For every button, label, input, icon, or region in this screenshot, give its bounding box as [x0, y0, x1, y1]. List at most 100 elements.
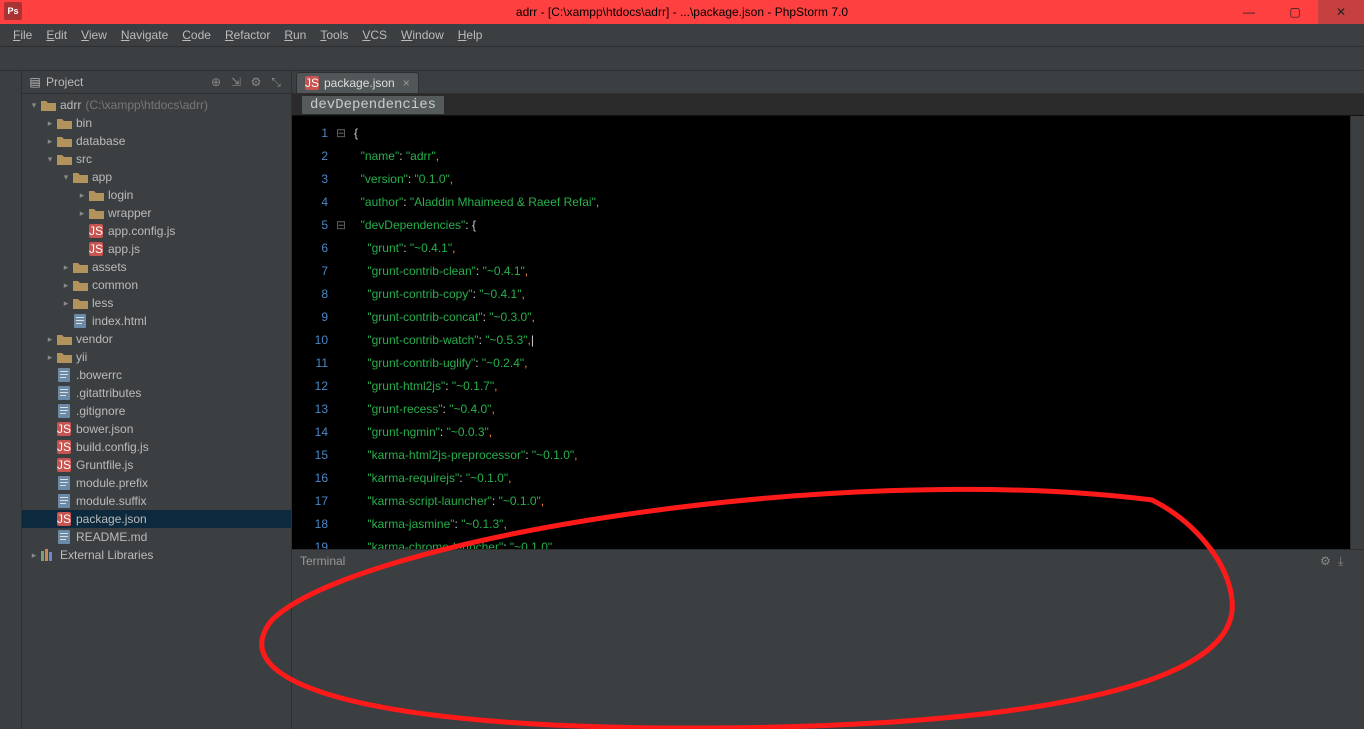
tree-item-adrr[interactable]: ▾adrr(C:\xampp\htdocs\adrr): [22, 96, 291, 114]
chevron-icon[interactable]: ▸: [44, 118, 56, 129]
chevron-icon[interactable]: ▸: [44, 352, 56, 363]
terminal-panel[interactable]: Terminal ⚙ ⤓: [292, 549, 1364, 729]
menu-window[interactable]: Window: [394, 28, 451, 42]
chevron-icon[interactable]: ▸: [44, 334, 56, 345]
tree-label: less: [92, 296, 113, 310]
tree-item-build-config-js[interactable]: JSbuild.config.js: [22, 438, 291, 456]
terminal-hide-icon[interactable]: ⤓: [1338, 554, 1356, 569]
tree-item-package-json[interactable]: JSpackage.json: [22, 510, 291, 528]
chevron-icon[interactable]: ▸: [76, 190, 88, 201]
tree-item-login[interactable]: ▸login: [22, 186, 291, 204]
tree-label: common: [92, 278, 138, 292]
menu-help[interactable]: Help: [451, 28, 490, 42]
tree-item-src[interactable]: ▾src: [22, 150, 291, 168]
chevron-icon[interactable]: ▾: [28, 100, 40, 111]
maximize-button[interactable]: ▢: [1272, 0, 1318, 24]
file-icon: [72, 314, 88, 328]
minimize-button[interactable]: —: [1226, 0, 1272, 24]
tree-item-less[interactable]: ▸ less: [22, 294, 291, 312]
svg-text:JS: JS: [57, 422, 71, 436]
tree-item-bower-json[interactable]: JS bower.json: [22, 420, 291, 438]
tree-label: bin: [76, 116, 92, 130]
chevron-icon[interactable]: ▸: [76, 208, 88, 219]
tree-item-database[interactable]: ▸database: [22, 132, 291, 150]
menu-tools[interactable]: Tools: [313, 28, 355, 42]
tree-item-bin[interactable]: ▸ bin: [22, 114, 291, 132]
tree-label: app.config.js: [108, 224, 175, 238]
close-button[interactable]: ✕: [1318, 0, 1364, 24]
menu-file[interactable]: File: [6, 28, 39, 42]
menu-view[interactable]: View: [74, 28, 114, 42]
tree-item-readme-md[interactable]: README.md: [22, 528, 291, 546]
tree-label: module.suffix: [76, 494, 146, 508]
file-icon: [56, 386, 72, 400]
tree-label: .bowerrc: [76, 368, 122, 382]
tree-item-external-libraries[interactable]: ▸External Libraries: [22, 546, 291, 564]
fold-marker: [334, 444, 348, 467]
fold-marker[interactable]: ⊟: [334, 122, 348, 145]
tree-item-gruntfile-js[interactable]: JSGruntfile.js: [22, 456, 291, 474]
tree-label: bower.json: [76, 422, 133, 436]
tab-close-icon[interactable]: ×: [403, 76, 410, 90]
tree-item-yii[interactable]: ▸ yii: [22, 348, 291, 366]
terminal-gear-icon[interactable]: ⚙: [1320, 554, 1338, 568]
breadcrumb-item[interactable]: devDependencies: [302, 96, 444, 114]
chevron-icon[interactable]: ▾: [60, 172, 72, 183]
tree-label: .gitignore: [76, 404, 125, 418]
menu-code[interactable]: Code: [175, 28, 218, 42]
code-content[interactable]: { "name": "adrr", "version": "0.1.0", "a…: [348, 116, 1350, 549]
project-sidebar: ▤ Project ⊕ ⇲ ⚙ ⤡ ▾adrr(C:\xampp\htdocs\…: [22, 71, 292, 729]
locate-icon[interactable]: ⊕: [207, 73, 225, 91]
hide-icon[interactable]: ⤡: [267, 73, 285, 91]
chevron-icon[interactable]: ▸: [60, 280, 72, 291]
project-tree[interactable]: ▾adrr(C:\xampp\htdocs\adrr) ▸ bin ▸database…: [22, 94, 291, 729]
svg-text:JS: JS: [57, 440, 71, 454]
tree-item-common[interactable]: ▸ common: [22, 276, 291, 294]
chevron-icon[interactable]: ▾: [44, 154, 56, 165]
tree-item--gitignore[interactable]: .gitignore: [22, 402, 291, 420]
tree-item-app-js[interactable]: JSapp.js: [22, 240, 291, 258]
tree-item-index-html[interactable]: index.html: [22, 312, 291, 330]
chevron-icon[interactable]: ▸: [60, 262, 72, 273]
chevron-icon[interactable]: ▸: [60, 298, 72, 309]
chevron-icon[interactable]: ▸: [28, 550, 40, 561]
fold-marker[interactable]: ⊟: [334, 214, 348, 237]
tree-item-assets[interactable]: ▸assets: [22, 258, 291, 276]
fold-marker: [334, 329, 348, 352]
svg-text:JS: JS: [57, 458, 71, 472]
code-editor[interactable]: 12345678910111213141516171819 ⊟⊟ { "name…: [292, 116, 1364, 549]
collapse-icon[interactable]: ⇲: [227, 73, 245, 91]
chevron-icon[interactable]: ▸: [44, 136, 56, 147]
tree-label: app: [92, 170, 112, 184]
terminal-header: Terminal ⚙ ⤓: [292, 550, 1364, 572]
tree-label: yii: [76, 350, 87, 364]
file-icon: [56, 368, 72, 382]
menu-vcs[interactable]: VCS: [355, 28, 394, 42]
json-file-icon: JS: [305, 76, 319, 90]
menu-refactor[interactable]: Refactor: [218, 28, 277, 42]
tab-package-json[interactable]: JS package.json ×: [296, 72, 419, 93]
tree-item-app-config-js[interactable]: JSapp.config.js: [22, 222, 291, 240]
titlebar: Ps adrr - [C:\xampp\htdocs\adrr] - ...\p…: [0, 0, 1364, 24]
tree-hint: (C:\xampp\htdocs\adrr): [85, 98, 208, 112]
tree-item-app[interactable]: ▾ app: [22, 168, 291, 186]
gear-icon[interactable]: ⚙: [247, 73, 265, 91]
tree-item--bowerrc[interactable]: .bowerrc: [22, 366, 291, 384]
tree-item--gitattributes[interactable]: .gitattributes: [22, 384, 291, 402]
folder-icon: [72, 170, 88, 184]
folder-icon: [56, 332, 72, 346]
tree-item-module-prefix[interactable]: module.prefix: [22, 474, 291, 492]
folder-icon: [88, 206, 104, 220]
left-tool-stripe[interactable]: [0, 71, 22, 729]
menu-run[interactable]: Run: [277, 28, 313, 42]
fold-gutter[interactable]: ⊟⊟: [334, 116, 348, 549]
tab-label: package.json: [324, 76, 395, 90]
tree-item-vendor[interactable]: ▸vendor: [22, 330, 291, 348]
tree-item-module-suffix[interactable]: module.suffix: [22, 492, 291, 510]
menu-navigate[interactable]: Navigate: [114, 28, 175, 42]
menu-edit[interactable]: Edit: [39, 28, 74, 42]
folder-icon: [56, 134, 72, 148]
tree-item-wrapper[interactable]: ▸wrapper: [22, 204, 291, 222]
folder-icon: [72, 260, 88, 274]
main-toolbar: [0, 47, 1364, 71]
